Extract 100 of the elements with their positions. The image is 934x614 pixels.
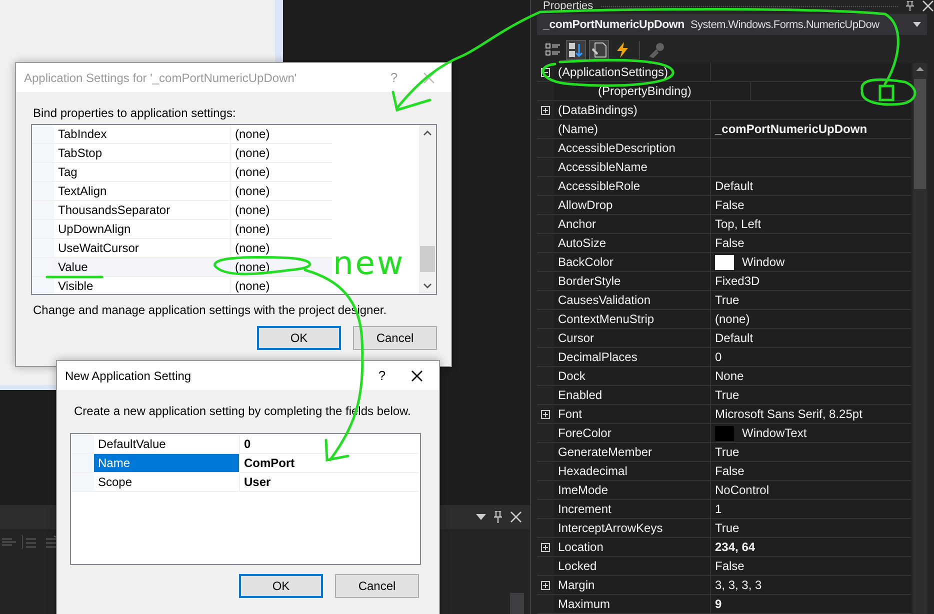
property-row[interactable]: Hexadecimal False [537, 462, 911, 481]
property-row[interactable]: Font Microsoft Sans Serif, 8.25pt [537, 405, 911, 424]
property-row[interactable]: DecimalPlaces 0 [537, 348, 911, 367]
setting-row[interactable]: Scope User [72, 473, 419, 492]
property-row[interactable]: (Name) _comPortNumericUpDown [537, 120, 911, 139]
property-row[interactable]: Location 234, 64 [537, 538, 911, 557]
property-name[interactable]: Dock [558, 369, 586, 383]
properties-icon[interactable] [589, 40, 609, 60]
scroll-up-icon[interactable] [423, 130, 432, 136]
property-name[interactable]: AccessibleRole [558, 179, 640, 193]
pin-icon[interactable] [906, 1, 914, 11]
property-row[interactable]: ContextMenuStrip (none) [537, 310, 911, 329]
instruction-text: Bind properties to application settings: [33, 106, 237, 120]
expand-icon[interactable] [541, 410, 550, 418]
property-name[interactable]: GenerateMember [558, 445, 652, 459]
setting-row[interactable]: ThousandsSeparator (none) [32, 201, 332, 220]
cancel-button[interactable]: Cancel [335, 574, 419, 598]
property-row[interactable]: AccessibleRole Default [537, 177, 911, 196]
scrollbar[interactable] [510, 593, 524, 614]
dropdown-icon[interactable] [913, 22, 921, 27]
scroll-thumb[interactable] [420, 246, 435, 272]
property-name[interactable]: Anchor [558, 217, 596, 231]
dropdown-icon[interactable] [476, 514, 486, 520]
setting-row[interactable]: TabStop (none) [32, 144, 332, 163]
property-row[interactable]: AutoSize False [537, 234, 911, 253]
property-name[interactable]: BackColor [558, 255, 614, 269]
close-icon[interactable] [411, 370, 423, 382]
property-name[interactable]: BorderStyle [558, 274, 621, 288]
setting-row[interactable]: UpDownAlign (none) [32, 220, 332, 239]
property-name[interactable]: Locked [558, 559, 597, 573]
property-name[interactable]: Margin [558, 578, 595, 592]
sort-alphabetical-icon[interactable] [566, 40, 586, 60]
property-value: True [715, 388, 740, 402]
setting-value: 0 [244, 437, 251, 451]
ok-button[interactable]: OK [257, 326, 341, 350]
property-row[interactable]: CausesValidation True [537, 291, 911, 310]
property-value: True [715, 521, 740, 535]
property-name[interactable]: Location [558, 540, 604, 554]
property-row[interactable]: Locked False [537, 557, 911, 576]
property-name[interactable]: Hexadecimal [558, 464, 628, 478]
property-row[interactable]: BorderStyle Fixed3D [537, 272, 911, 291]
cancel-button[interactable]: Cancel [353, 326, 437, 350]
property-row[interactable]: Dock None [537, 367, 911, 386]
property-name[interactable]: AllowDrop [558, 198, 613, 212]
property-row[interactable]: AccessibleName [537, 158, 911, 177]
property-name[interactable]: DecimalPlaces [558, 350, 638, 364]
property-row[interactable]: AccessibleDescription [537, 139, 911, 158]
property-row[interactable]: InterceptArrowKeys True [537, 519, 911, 538]
setting-row[interactable]: TabIndex (none) [32, 125, 332, 144]
property-name[interactable]: Increment [558, 502, 612, 516]
property-row[interactable]: Margin 3, 3, 3, 3 [537, 576, 911, 595]
help-button[interactable]: ? [369, 368, 395, 383]
property-name[interactable]: Cursor [558, 331, 594, 345]
property-name[interactable]: Font [558, 407, 582, 421]
property-name[interactable]: (Name) [558, 122, 598, 136]
property-row[interactable]: (ApplicationSettings) [537, 63, 911, 82]
collapse-icon[interactable] [541, 68, 550, 76]
scroll-thumb[interactable] [914, 79, 926, 189]
property-row[interactable]: GenerateMember True [537, 443, 911, 462]
property-row[interactable]: Cursor Default [537, 329, 911, 348]
property-name[interactable]: (ApplicationSettings) [558, 65, 668, 79]
property-name[interactable]: (PropertyBinding) [598, 84, 692, 98]
expand-icon[interactable] [541, 580, 550, 590]
setting-row[interactable]: TextAlign (none) [32, 182, 332, 201]
scrollbar[interactable] [419, 125, 436, 294]
property-row[interactable]: Maximum 9 [537, 595, 911, 614]
property-name[interactable]: CausesValidation [558, 293, 651, 307]
property-name[interactable]: ImeMode [558, 483, 608, 497]
scrollbar[interactable] [913, 63, 927, 614]
property-row[interactable]: ForeColor WindowText [537, 424, 911, 443]
property-row[interactable]: Anchor Top, Left [537, 215, 911, 234]
setting-row[interactable]: Name ComPort [72, 454, 419, 473]
property-name[interactable]: InterceptArrowKeys [558, 521, 663, 535]
expand-icon[interactable] [541, 542, 550, 552]
object-selector[interactable]: _comPortNumericUpDown System.Windows.Forms.NumericUpDow [537, 14, 927, 35]
property-name[interactable]: Maximum [558, 597, 610, 611]
property-name[interactable]: AccessibleName [558, 160, 648, 174]
expand-icon[interactable] [541, 106, 550, 114]
property-row[interactable]: BackColor Window [537, 253, 911, 272]
property-name[interactable]: ContextMenuStrip [558, 312, 654, 326]
property-row[interactable]: (PropertyBinding) [537, 82, 911, 101]
outdent-icon[interactable] [22, 535, 38, 549]
align-icon[interactable] [2, 536, 16, 548]
property-name[interactable]: AutoSize [558, 236, 606, 250]
property-row[interactable]: ImeMode NoControl [537, 481, 911, 500]
property-row[interactable]: Increment 1 [537, 500, 911, 519]
property-name[interactable]: (DataBindings) [558, 103, 638, 117]
property-name[interactable]: ForeColor [558, 426, 612, 440]
setting-row[interactable]: Tag (none) [32, 163, 332, 182]
property-row[interactable]: Enabled True [537, 386, 911, 405]
setting-row[interactable]: Value (none) [32, 258, 332, 277]
ok-button[interactable]: OK [239, 574, 323, 598]
property-name[interactable]: Enabled [558, 388, 602, 402]
scroll-down-icon[interactable] [423, 283, 432, 289]
pin-icon[interactable] [494, 511, 502, 523]
property-row[interactable]: AllowDrop False [537, 196, 911, 215]
property-name[interactable]: AccessibleDescription [558, 141, 676, 155]
setting-row[interactable]: DefaultValue 0 [72, 435, 419, 454]
setting-row[interactable]: UseWaitCursor (none) [32, 239, 332, 258]
property-row[interactable]: (DataBindings) [537, 101, 911, 120]
